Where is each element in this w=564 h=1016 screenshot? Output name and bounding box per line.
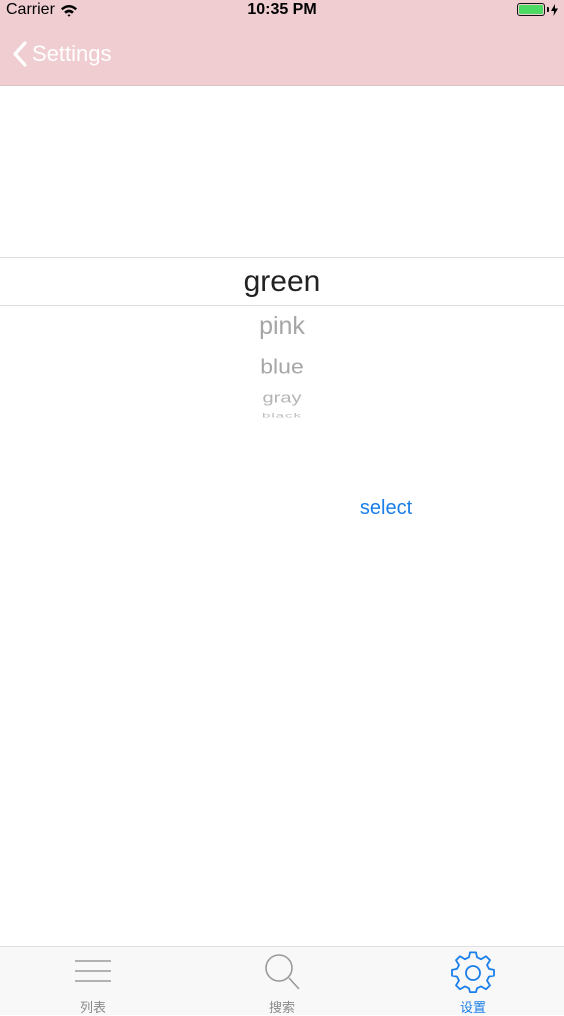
picker-selected-item[interactable]: green [0, 265, 564, 299]
picker-selection-line-top [0, 257, 564, 258]
back-button-label: Settings [32, 41, 112, 66]
back-button[interactable]: Settings [12, 38, 112, 70]
battery-icon [517, 3, 558, 16]
tab-label: 列表 [79, 1001, 106, 1016]
select-button[interactable]: select [340, 497, 432, 525]
picker-selection-line-bottom [0, 305, 564, 306]
picker-item[interactable]: gray [0, 390, 564, 407]
tab-label: 设置 [459, 1001, 486, 1016]
list-icon [75, 960, 111, 982]
gear-icon [451, 951, 495, 994]
status-time: 10:35 PM [247, 1, 317, 18]
tab-search[interactable]: 搜索 [222, 947, 342, 1016]
tab-list[interactable]: 列表 [33, 947, 153, 1016]
navigation-header: Carrier 10:35 PM Settings [0, 0, 564, 86]
chevron-left-icon [13, 41, 27, 67]
charging-bolt-icon [551, 3, 558, 16]
color-picker[interactable]: green pink blue gray black [0, 85, 564, 455]
search-icon [265, 954, 300, 990]
picker-item[interactable]: blue [0, 354, 564, 378]
tab-label: 搜索 [268, 1001, 295, 1016]
picker-item[interactable]: black [0, 412, 564, 420]
tab-bar: 列表 搜索 设置 [0, 946, 564, 1016]
tab-settings[interactable]: 设置 [413, 947, 533, 1016]
picker-item[interactable]: pink [0, 312, 564, 341]
